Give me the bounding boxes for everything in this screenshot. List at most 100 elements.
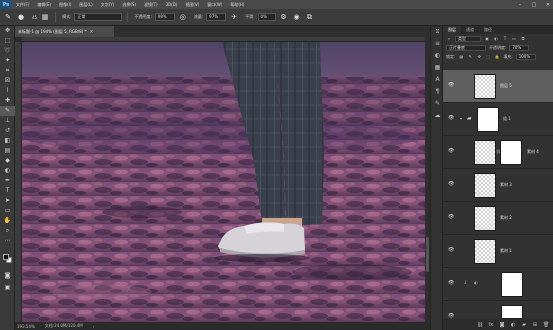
hand-tool-icon[interactable]: ✋ (0, 216, 15, 226)
type-tool-icon[interactable]: T (0, 186, 15, 196)
smooth-field[interactable]: 0% (257, 13, 276, 21)
quick-select-tool-icon[interactable]: ✦ (0, 56, 15, 66)
zoom-tool-icon[interactable]: ⌕ (0, 226, 15, 236)
airbrush-icon[interactable]: ✈ (229, 12, 239, 22)
scrollbar-thumb[interactable] (426, 237, 429, 272)
layer-row[interactable]: 👁 素材 1 (443, 235, 553, 268)
menu-filter[interactable]: 滤镜(T) (140, 2, 162, 8)
layer-style-icon[interactable]: fx (488, 322, 494, 328)
document-tab[interactable]: 未标题-1 @ 194% (图层 5, RGB/8) * × (15, 26, 114, 37)
gradient-tool-icon[interactable]: ▤ (0, 146, 15, 156)
filter-type-icon[interactable]: T (502, 36, 508, 42)
layer-row[interactable]: 👁 图层 5 (443, 70, 553, 103)
menu-help[interactable]: 帮助(H) (226, 2, 248, 8)
pen-tool-icon[interactable]: ✒ (0, 176, 15, 186)
more-tools-icon[interactable]: ⋯ (0, 236, 15, 246)
minimize-icon[interactable]: – (517, 2, 523, 8)
layer-mask-thumbnail[interactable] (500, 140, 522, 165)
layer-opacity-field[interactable]: 70% (509, 44, 530, 51)
zoom-level[interactable]: 193.54% (17, 324, 35, 329)
shape-tool-icon[interactable]: ▭ (0, 206, 15, 216)
menu-view[interactable]: 视图(V) (181, 2, 203, 8)
menu-image[interactable]: 图像(I) (55, 2, 75, 8)
crop-tool-icon[interactable]: ⌗ (0, 66, 15, 76)
brush-preset-icon[interactable]: ● (16, 12, 26, 22)
filter-smart-object-icon[interactable]: ⧉ (520, 36, 526, 42)
layer-name[interactable]: 图层 5 (500, 83, 512, 89)
lasso-tool-icon[interactable]: ➰ (0, 46, 15, 56)
marquee-tool-icon[interactable]: ⬚ (0, 36, 15, 46)
filter-adjustment-icon[interactable]: ◐ (493, 36, 499, 42)
foreground-color-swatch[interactable] (3, 254, 9, 260)
close-icon[interactable]: ✕ (545, 2, 551, 8)
eye-icon[interactable]: 👁 (448, 181, 454, 187)
gear-icon[interactable]: ⚙ (279, 12, 289, 22)
close-icon[interactable]: × (90, 29, 94, 35)
layer-row[interactable]: 👁 ↓ ◐ (443, 268, 553, 301)
filter-shape-icon[interactable]: ▭ (511, 36, 517, 42)
lock-all-icon[interactable]: 🔒 (494, 54, 500, 60)
lock-pixels-icon[interactable]: ▦ (458, 54, 464, 60)
screen-mode-icon[interactable]: ▣ (0, 283, 15, 293)
layer-name[interactable]: 素材 3 (500, 182, 512, 188)
brush-tool-icon[interactable]: ✎ (3, 12, 13, 22)
layer-row[interactable]: 👁 素材 3 (443, 169, 553, 202)
menu-type[interactable]: 文字(Y) (97, 2, 119, 8)
brush-settings-icon[interactable]: ▦ (40, 12, 50, 22)
menu-layer[interactable]: 图层(L) (75, 2, 96, 8)
quick-mask-icon[interactable]: ◙ (0, 271, 15, 281)
adjustment-layer-icon[interactable]: ◐ (510, 322, 516, 328)
tab-paths[interactable]: 路径 (479, 26, 497, 34)
canvas[interactable] (22, 42, 425, 322)
opacity-field[interactable]: 98% (154, 13, 175, 21)
tab-layers[interactable]: 图层 (443, 26, 461, 34)
move-tool-icon[interactable]: ✥ (0, 26, 15, 36)
frame-tool-icon[interactable]: ☒ (0, 76, 15, 86)
layer-kind-dropdown[interactable]: 类型 (455, 35, 481, 42)
history-brush-tool-icon[interactable]: ↺ (0, 126, 15, 136)
layer-row[interactable]: 👁 素材 2 (443, 202, 553, 235)
healing-brush-tool-icon[interactable]: ✚ (0, 96, 15, 106)
layer-mask-thumbnail[interactable] (501, 272, 523, 297)
eyedropper-tool-icon[interactable]: ⌇ (0, 86, 15, 96)
lock-position-icon[interactable]: ✥ (476, 54, 482, 60)
maximize-icon[interactable]: □ (531, 2, 537, 8)
status-arrow-icon[interactable]: › (93, 324, 95, 329)
symmetry-icon[interactable]: ⧉ (305, 12, 315, 22)
brush-size-value[interactable]: 45 (32, 15, 37, 20)
chevron-down-icon[interactable]: ▾ (460, 116, 462, 121)
eye-icon[interactable]: 👁 (448, 115, 454, 121)
mode-dropdown[interactable]: 正常 (74, 13, 123, 21)
trash-icon[interactable]: 🗑 (543, 322, 549, 328)
layer-row[interactable]: 👁 ▾ ▰ 组 1 (443, 103, 553, 136)
menu-file[interactable]: 文件(F) (12, 2, 33, 8)
pressure-opacity-icon[interactable]: ◎ (178, 12, 188, 22)
flow-field[interactable]: 97% (206, 13, 227, 21)
layer-name[interactable]: 素材 1 (500, 248, 512, 254)
layer-row[interactable]: 👁 ⛓ 素材 4 (443, 136, 553, 169)
new-layer-icon[interactable]: ⊞ (532, 322, 538, 328)
eye-icon[interactable]: 👁 (448, 214, 454, 220)
lock-image-icon[interactable]: ✎ (467, 54, 473, 60)
new-group-icon[interactable]: ▰ (521, 322, 527, 328)
add-mask-icon[interactable]: ◙ (499, 322, 505, 328)
blend-mode-dropdown[interactable]: 正片叠底 (446, 44, 486, 51)
menu-window[interactable]: 窗口(W) (203, 2, 226, 8)
eye-icon[interactable]: 👁 (448, 82, 454, 88)
eye-icon[interactable]: 👁 (448, 247, 454, 253)
layer-name[interactable]: 素材 4 (527, 149, 539, 155)
link-layers-icon[interactable]: ⛓ (477, 322, 483, 328)
menu-edit[interactable]: 编辑(E) (33, 2, 55, 8)
eye-icon[interactable]: 👁 (448, 280, 454, 286)
menu-select[interactable]: 选择(S) (118, 2, 140, 8)
path-select-tool-icon[interactable]: ➤ (0, 196, 15, 206)
blur-tool-icon[interactable]: ◆ (0, 156, 15, 166)
layer-name[interactable]: 素材 2 (500, 215, 512, 221)
layer-mask-thumbnail[interactable] (501, 305, 523, 319)
layer-name[interactable]: 组 1 (503, 116, 511, 122)
eye-icon[interactable]: 👁 (448, 148, 454, 154)
eraser-tool-icon[interactable]: ◧ (0, 136, 15, 146)
layer-fill-field[interactable]: 100% (515, 53, 536, 60)
clone-stamp-tool-icon[interactable]: ⊥ (0, 116, 15, 126)
tab-channels[interactable]: 通道 (461, 26, 479, 34)
